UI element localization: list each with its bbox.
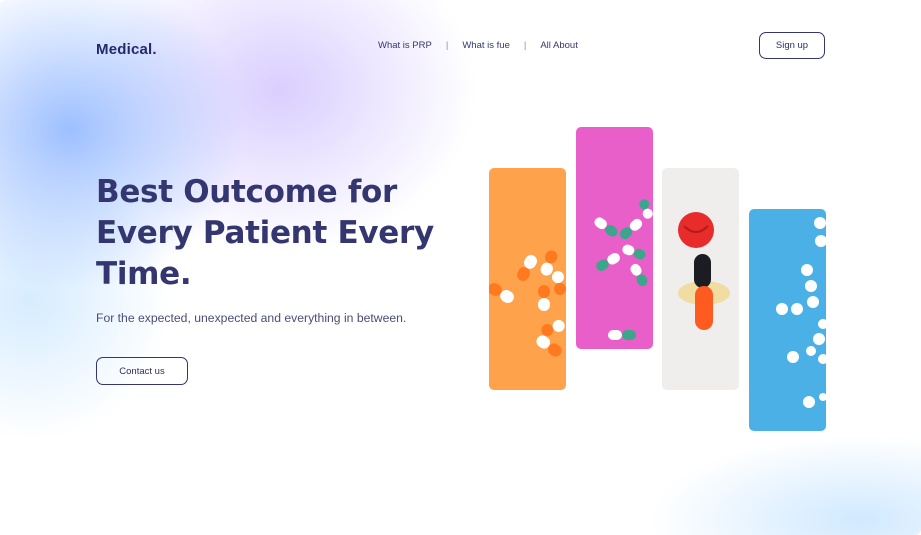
hero-title-line-3: Time.: [96, 256, 192, 292]
hero-title: Best Outcome for Every Patient Every Tim…: [96, 172, 456, 295]
nav-link-what-is-prp[interactable]: What is PRP: [378, 40, 432, 51]
brand-logo[interactable]: Medical.: [96, 41, 157, 58]
hero-subtitle: For the expected, unexpected and everyth…: [96, 311, 407, 325]
nav-link-all-about[interactable]: All About: [540, 40, 578, 51]
orange-pills-panel: [489, 168, 566, 390]
hero-title-line-1: Best Outcome for: [96, 174, 398, 210]
nav-separator: |: [445, 40, 449, 51]
red-orange-capsules-image: [678, 212, 730, 330]
white-tablets-image: [776, 217, 826, 408]
orange-capsules-image: [489, 250, 566, 357]
grey-pills-panel: [662, 168, 739, 390]
hero-title-line-2: Every Patient Every: [96, 215, 434, 251]
sign-up-button[interactable]: Sign up: [759, 32, 825, 59]
pink-pills-panel: [576, 127, 653, 349]
main-nav: What is PRP | What is fue | All About: [378, 40, 578, 51]
green-capsules-image: [594, 199, 653, 340]
nav-link-what-is-fue[interactable]: What is fue: [462, 40, 510, 51]
nav-separator: |: [523, 40, 527, 51]
blue-pills-panel: [749, 209, 826, 431]
contact-us-button[interactable]: Contact us: [96, 357, 188, 385]
